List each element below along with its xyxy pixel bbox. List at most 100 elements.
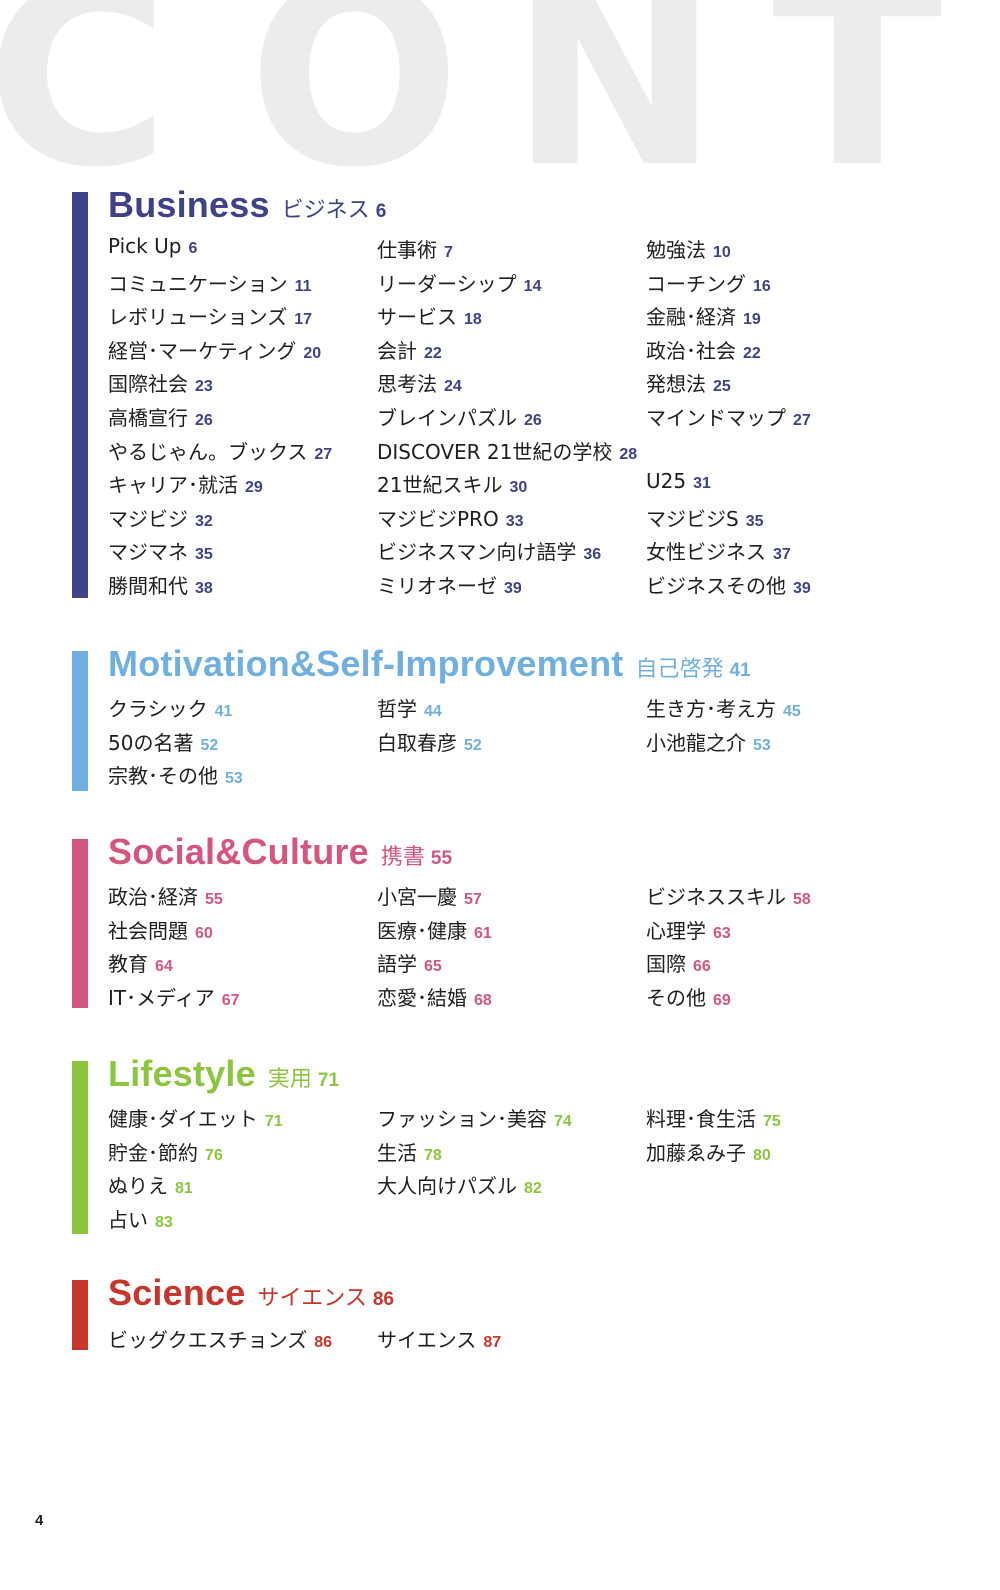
toc-entry[interactable]: 勝間和代 38 xyxy=(108,570,377,604)
toc-entry[interactable]: ミリオネーゼ 39 xyxy=(377,570,646,604)
toc-entry[interactable]: ビッグクエスチョンズ 86 xyxy=(108,1324,377,1358)
toc-entry-label: マジビジS xyxy=(646,506,739,531)
toc-entry[interactable]: 生き方･考え方 45 xyxy=(646,693,928,727)
toc-entry[interactable]: マジビジS 35 xyxy=(646,503,928,537)
toc-entry-page: 60 xyxy=(195,924,213,942)
toc-entry-page: 82 xyxy=(524,1180,542,1198)
toc-entry[interactable]: 金融･経済 19 xyxy=(646,301,928,335)
toc-entry-page: 78 xyxy=(424,1146,442,1164)
toc-entry[interactable]: 医療･健康 61 xyxy=(377,915,646,949)
section-title: Motivation&Self-Improvement xyxy=(108,643,624,684)
toc-entry-label: ビジネスマン向け語学 xyxy=(377,540,577,565)
toc-entry[interactable]: 生活 78 xyxy=(377,1137,646,1171)
toc-entry[interactable]: 占い 83 xyxy=(108,1204,377,1238)
toc-entry-page: 14 xyxy=(523,277,542,295)
toc-entry[interactable]: 会計 22 xyxy=(377,335,646,369)
toc-entry[interactable]: 高橋宣行 26 xyxy=(108,402,377,436)
toc-entry[interactable]: 宗教･その他 53 xyxy=(108,760,377,794)
section-color-bar xyxy=(72,651,88,791)
toc-entry-label: 恋愛･結婚 xyxy=(377,985,467,1010)
toc-entry[interactable]: 仕事術 7 xyxy=(377,234,646,268)
toc-entry[interactable]: ビジネスマン向け語学 36 xyxy=(377,536,646,570)
toc-entry[interactable]: その他 69 xyxy=(646,982,928,1016)
toc-entry[interactable]: 料理･食生活 75 xyxy=(646,1103,928,1137)
toc-entry[interactable]: 21世紀スキル 30 xyxy=(377,469,646,503)
section-motivation-self-improvement: Motivation&Self-Improvement 自己啓発 41 クラシック 41… xyxy=(72,643,952,801)
toc-entry-label: マインドマップ xyxy=(646,405,786,430)
toc-entry[interactable]: 哲学 44 xyxy=(377,693,646,727)
section-color-bar xyxy=(72,1061,88,1234)
page-number: 4 xyxy=(35,1512,44,1529)
toc-entry[interactable]: 勉強法 10 xyxy=(646,234,928,268)
toc-entry[interactable]: マインドマップ 27 xyxy=(646,402,928,436)
toc-entry[interactable]: 50の名著 52 xyxy=(108,727,377,761)
toc-entry[interactable]: レボリューションズ 17 xyxy=(108,301,377,335)
toc-entry-page: 18 xyxy=(464,311,482,329)
toc-entry-label: 勉強法 xyxy=(646,238,706,262)
toc-entry[interactable]: マジビジ 32 xyxy=(108,503,377,537)
toc-entry[interactable]: 国際社会 23 xyxy=(108,368,377,402)
toc-entry[interactable]: 政治･経済 55 xyxy=(108,881,377,915)
toc-entry[interactable]: 小宮一慶 57 xyxy=(377,881,646,915)
toc-entry[interactable]: コーチング 16 xyxy=(646,268,928,302)
toc-entry[interactable]: ブレインパズル 26 xyxy=(377,402,646,436)
toc-entry-page: 61 xyxy=(474,924,492,942)
section-title: Business xyxy=(108,184,270,225)
toc-entry-label: コミュニケーション xyxy=(108,271,288,296)
toc-entry[interactable]: 恋愛･結婚 68 xyxy=(377,982,646,1016)
toc-entry[interactable]: 政治･社会 22 xyxy=(646,335,928,369)
toc-entry[interactable]: Pick Up 6 xyxy=(108,234,377,268)
section-subtitle: サイエンス xyxy=(257,1286,367,1311)
toc-entry[interactable]: マジマネ 35 xyxy=(108,536,377,570)
toc-entry-page: 58 xyxy=(793,891,811,908)
toc-entry[interactable]: 思考法 24 xyxy=(377,368,646,402)
toc-entry-label: 発想法 xyxy=(646,372,706,397)
section-social-culture: Social&Culture 携書 55 政治･経済 55 小宮一慶 57 ビジネススキル 58… xyxy=(72,831,952,1018)
toc-entry[interactable]: U25 31 xyxy=(646,469,928,503)
toc-entry[interactable]: 白取春彦 52 xyxy=(377,727,646,761)
toc-entry[interactable]: リーダーシップ 14 xyxy=(377,268,646,302)
toc-entry[interactable]: 加藤ゑみ子 80 xyxy=(646,1137,928,1171)
toc-entry[interactable]: サービス 18 xyxy=(377,301,646,335)
toc-entry-page: 44 xyxy=(424,703,442,720)
toc-entry-page: 52 xyxy=(464,736,482,754)
toc-entry[interactable]: 経営･マーケティング 20 xyxy=(108,335,377,369)
toc-entry[interactable]: DISCOVER 21世紀の学校 28 xyxy=(377,436,646,470)
toc-entry[interactable]: 健康･ダイエット 71 xyxy=(108,1103,377,1137)
toc-entry-page: 45 xyxy=(783,703,801,720)
toc-entry[interactable]: キャリア･就活 29 xyxy=(108,469,377,503)
toc-entry-page: 7 xyxy=(444,244,453,261)
toc-entry-page: 26 xyxy=(195,411,213,429)
toc-entry[interactable]: やるじゃん。ブックス 27 xyxy=(108,436,377,470)
toc-entry[interactable]: ぬりえ 81 xyxy=(108,1170,377,1204)
toc-entry[interactable]: 貯金･節約 76 xyxy=(108,1137,377,1171)
header-letter: O xyxy=(248,0,461,222)
toc-entry[interactable]: 発想法 25 xyxy=(646,368,928,402)
toc-entry[interactable]: サイエンス 87 xyxy=(377,1324,646,1358)
section-title: Lifestyle xyxy=(108,1053,256,1094)
toc-entry[interactable]: 女性ビジネス 37 xyxy=(646,536,928,570)
toc-entry-page: 55 xyxy=(205,891,223,908)
toc-entry[interactable]: クラシック 41 xyxy=(108,693,377,727)
section-color-bar xyxy=(72,839,88,1008)
toc-entry[interactable]: マジビジPRO 33 xyxy=(377,503,646,537)
toc-entry[interactable]: 大人向けパズル 82 xyxy=(377,1170,646,1204)
toc-entry-label: 教育 xyxy=(108,952,148,977)
toc-entry[interactable]: 国際 66 xyxy=(646,948,928,982)
section-item-list: 政治･経済 55 小宮一慶 57 ビジネススキル 58 社会問題 60 医療･健康 61 心理学 63… xyxy=(108,881,928,1015)
toc-entry[interactable]: 語学 65 xyxy=(377,948,646,982)
toc-entry[interactable]: 小池龍之介 53 xyxy=(646,727,928,761)
toc-entry-page: 38 xyxy=(195,579,213,597)
toc-entry[interactable]: 社会問題 60 xyxy=(108,915,377,949)
toc-entry[interactable]: 心理学 63 xyxy=(646,915,928,949)
toc-entry-label: 小池龍之介 xyxy=(646,730,746,755)
toc-entry[interactable]: ビジネスその他 39 xyxy=(646,570,928,604)
toc-entry[interactable]: 教育 64 xyxy=(108,948,377,982)
toc-entry[interactable]: コミュニケーション 11 xyxy=(108,268,377,302)
toc-entry-label: 高橋宣行 xyxy=(108,405,188,430)
toc-entry[interactable]: IT･メディア 67 xyxy=(108,982,377,1016)
toc-entry[interactable]: ファッション･美容 74 xyxy=(377,1103,646,1137)
toc-entry[interactable]: ビジネススキル 58 xyxy=(646,881,928,915)
toc-entry-label: 女性ビジネス xyxy=(646,540,766,565)
toc-entry-page: 66 xyxy=(693,958,711,976)
